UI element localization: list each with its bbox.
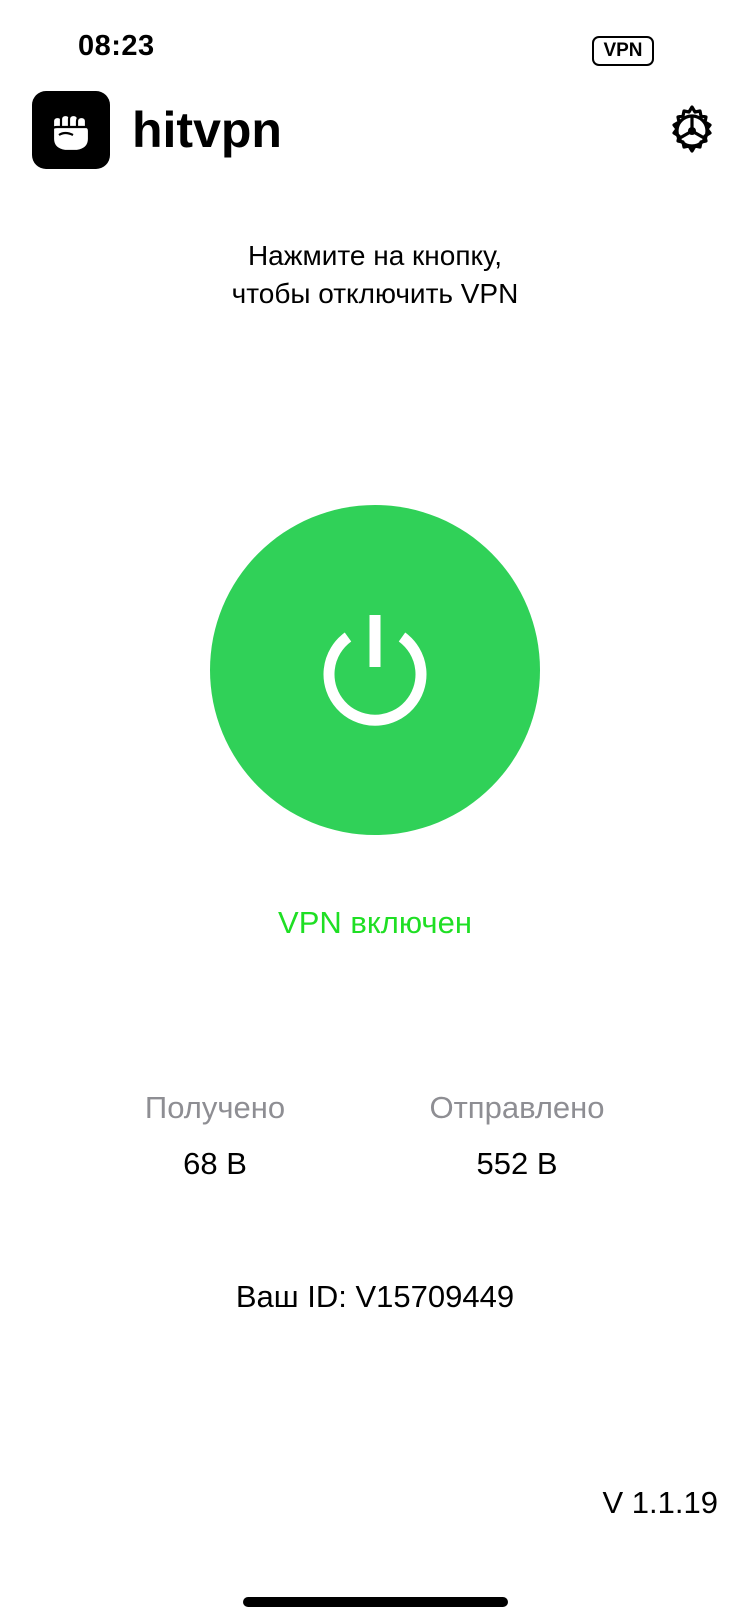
app-name: hitvpn bbox=[132, 102, 282, 158]
gear-icon bbox=[672, 105, 712, 153]
vpn-status-text: VPN включен bbox=[278, 905, 472, 940]
power-icon bbox=[323, 615, 427, 726]
settings-button[interactable] bbox=[662, 101, 722, 161]
user-id: Ваш ID: V15709449 bbox=[235, 1279, 515, 1314]
instruction-line-2: чтобы отключить VPN bbox=[231, 278, 519, 309]
sent-value: 552 B bbox=[476, 1146, 558, 1181]
stat-sent: Отправлено 552 B bbox=[387, 1088, 647, 1184]
fist-icon bbox=[51, 113, 91, 153]
stat-received: Получено 68 B bbox=[85, 1088, 345, 1184]
vpn-status-badge: VPN bbox=[592, 36, 654, 66]
instruction-line-1: Нажмите на кнопку, bbox=[247, 240, 503, 271]
instruction-text: Нажмите на кнопку, чтобы отключить VPN bbox=[0, 237, 750, 313]
received-value: 68 B bbox=[183, 1146, 247, 1181]
home-indicator[interactable] bbox=[243, 1597, 508, 1607]
status-time: 08:23 bbox=[78, 30, 155, 62]
received-label: Получено bbox=[144, 1090, 286, 1125]
power-button[interactable] bbox=[210, 505, 540, 835]
app-version: V 1.1.19 bbox=[602, 1485, 718, 1520]
app-logo bbox=[32, 91, 110, 169]
sent-label: Отправлено bbox=[429, 1090, 605, 1125]
